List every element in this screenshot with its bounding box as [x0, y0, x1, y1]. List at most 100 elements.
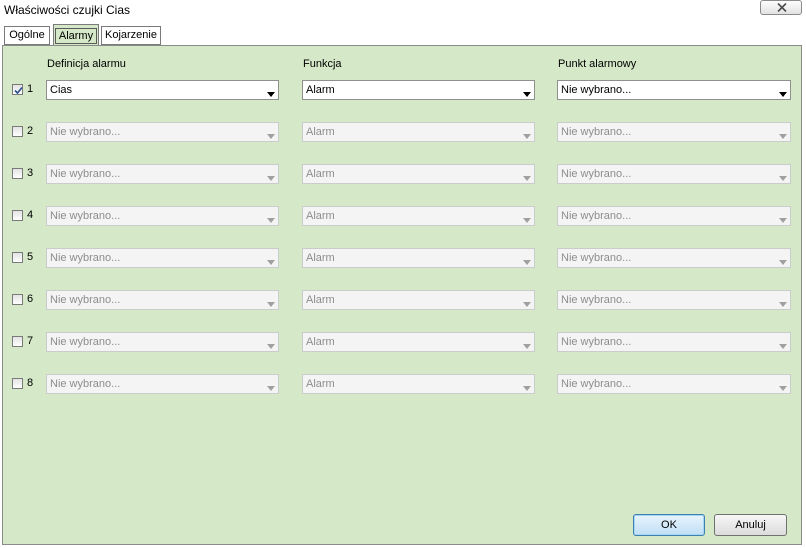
- alarm-point-combo-value: Nie wybrano...: [561, 168, 632, 180]
- chevron-down-icon: [523, 172, 531, 184]
- row-number: 7: [27, 335, 34, 347]
- function-combo-value: Alarm: [306, 294, 335, 306]
- chevron-down-icon: [523, 256, 531, 268]
- definition-combo[interactable]: Nie wybrano...: [46, 164, 279, 184]
- definition-combo[interactable]: Nie wybrano...: [46, 248, 279, 268]
- tab-association-label: Kojarzenie: [105, 29, 157, 41]
- alarm-enabled-checkbox[interactable]: [12, 336, 23, 347]
- definition-combo[interactable]: Nie wybrano...: [46, 206, 279, 226]
- row-number: 3: [27, 167, 34, 179]
- checkmark-icon: [14, 86, 23, 95]
- chevron-down-icon: [267, 214, 275, 226]
- alarm-point-combo[interactable]: Nie wybrano...: [557, 122, 791, 142]
- alarm-point-combo[interactable]: Nie wybrano...: [557, 80, 791, 100]
- alarm-row: 1 Cias Alarm Nie wybrano...: [3, 80, 803, 102]
- alarm-point-combo[interactable]: Nie wybrano...: [557, 164, 791, 184]
- chevron-down-icon: [523, 340, 531, 352]
- cancel-button-label: Anuluj: [735, 519, 766, 531]
- ok-button-label: OK: [661, 519, 677, 531]
- alarm-point-combo-value: Nie wybrano...: [561, 378, 632, 390]
- function-combo[interactable]: Alarm: [302, 164, 535, 184]
- chevron-down-icon: [779, 172, 787, 184]
- chevron-down-icon: [267, 256, 275, 268]
- chevron-down-icon: [267, 298, 275, 310]
- definition-combo[interactable]: Nie wybrano...: [46, 332, 279, 352]
- alarm-point-combo[interactable]: Nie wybrano...: [557, 332, 791, 352]
- alarm-point-combo-value: Nie wybrano...: [561, 84, 632, 96]
- alarm-point-combo[interactable]: Nie wybrano...: [557, 248, 791, 268]
- function-combo[interactable]: Alarm: [302, 374, 535, 394]
- alarms-panel: Definicja alarmu Funkcja Punkt alarmowy …: [2, 45, 802, 545]
- function-combo-value: Alarm: [306, 252, 335, 264]
- alarm-row: 4 Nie wybrano... Alarm Nie wybrano...: [3, 206, 803, 228]
- chevron-down-icon: [267, 130, 275, 142]
- alarm-point-combo[interactable]: Nie wybrano...: [557, 206, 791, 226]
- close-icon: [777, 3, 787, 12]
- row-number: 4: [27, 209, 34, 221]
- alarm-point-combo-value: Nie wybrano...: [561, 294, 632, 306]
- alarm-row: 6 Nie wybrano... Alarm Nie wybrano...: [3, 290, 803, 312]
- alarm-row: 3 Nie wybrano... Alarm Nie wybrano...: [3, 164, 803, 186]
- alarm-point-combo-value: Nie wybrano...: [561, 126, 632, 138]
- alarm-row: 8 Nie wybrano... Alarm Nie wybrano...: [3, 374, 803, 396]
- row-number: 8: [27, 377, 34, 389]
- alarm-point-combo[interactable]: Nie wybrano...: [557, 290, 791, 310]
- close-button[interactable]: [760, 0, 802, 15]
- function-combo[interactable]: Alarm: [302, 290, 535, 310]
- function-combo[interactable]: Alarm: [302, 332, 535, 352]
- alarm-enabled-checkbox[interactable]: [12, 378, 23, 389]
- alarm-point-combo-value: Nie wybrano...: [561, 336, 632, 348]
- function-combo-value: Alarm: [306, 210, 335, 222]
- definition-combo-value: Nie wybrano...: [50, 126, 121, 138]
- chevron-down-icon: [267, 172, 275, 184]
- function-combo[interactable]: Alarm: [302, 122, 535, 142]
- definition-combo-value: Nie wybrano...: [50, 336, 121, 348]
- chevron-down-icon: [779, 382, 787, 394]
- function-combo-value: Alarm: [306, 126, 335, 138]
- function-combo-value: Alarm: [306, 84, 335, 96]
- chevron-down-icon: [267, 382, 275, 394]
- function-combo[interactable]: Alarm: [302, 248, 535, 268]
- function-combo-value: Alarm: [306, 336, 335, 348]
- chevron-down-icon: [779, 88, 787, 100]
- chevron-down-icon: [779, 298, 787, 310]
- definition-combo-value: Nie wybrano...: [50, 294, 121, 306]
- row-number: 5: [27, 251, 34, 263]
- alarm-enabled-checkbox[interactable]: [12, 210, 23, 221]
- function-combo[interactable]: Alarm: [302, 80, 535, 100]
- definition-combo[interactable]: Nie wybrano...: [46, 122, 279, 142]
- definition-combo[interactable]: Nie wybrano...: [46, 374, 279, 394]
- definition-combo-value: Nie wybrano...: [50, 168, 121, 180]
- chevron-down-icon: [779, 256, 787, 268]
- tab-general[interactable]: Ogólne: [4, 26, 50, 45]
- chevron-down-icon: [267, 88, 275, 100]
- alarm-point-combo-value: Nie wybrano...: [561, 210, 632, 222]
- row-number: 6: [27, 293, 34, 305]
- definition-combo[interactable]: Nie wybrano...: [46, 290, 279, 310]
- definition-combo-value: Nie wybrano...: [50, 210, 121, 222]
- tab-alarms[interactable]: Alarmy: [53, 24, 99, 46]
- cancel-button[interactable]: Anuluj: [714, 514, 787, 536]
- column-header-alarm-point: Punkt alarmowy: [558, 58, 637, 70]
- alarm-point-combo-value: Nie wybrano...: [561, 252, 632, 264]
- chevron-down-icon: [523, 214, 531, 226]
- chevron-down-icon: [523, 88, 531, 100]
- tab-strip: Ogólne Alarmy Kojarzenie: [0, 24, 806, 46]
- alarm-enabled-checkbox[interactable]: [12, 294, 23, 305]
- definition-combo[interactable]: Cias: [46, 80, 279, 100]
- function-combo-value: Alarm: [306, 168, 335, 180]
- column-header-definition: Definicja alarmu: [47, 58, 126, 70]
- alarm-enabled-checkbox[interactable]: [12, 84, 23, 95]
- title-bar: Właściwości czujki Cias: [0, 0, 806, 22]
- alarm-point-combo[interactable]: Nie wybrano...: [557, 374, 791, 394]
- ok-button[interactable]: OK: [633, 514, 705, 536]
- function-combo[interactable]: Alarm: [302, 206, 535, 226]
- chevron-down-icon: [779, 214, 787, 226]
- tab-general-label: Ogólne: [9, 29, 45, 41]
- chevron-down-icon: [779, 130, 787, 142]
- alarm-enabled-checkbox[interactable]: [12, 168, 23, 179]
- alarm-enabled-checkbox[interactable]: [12, 126, 23, 137]
- tab-association[interactable]: Kojarzenie: [101, 26, 161, 45]
- chevron-down-icon: [523, 130, 531, 142]
- alarm-enabled-checkbox[interactable]: [12, 252, 23, 263]
